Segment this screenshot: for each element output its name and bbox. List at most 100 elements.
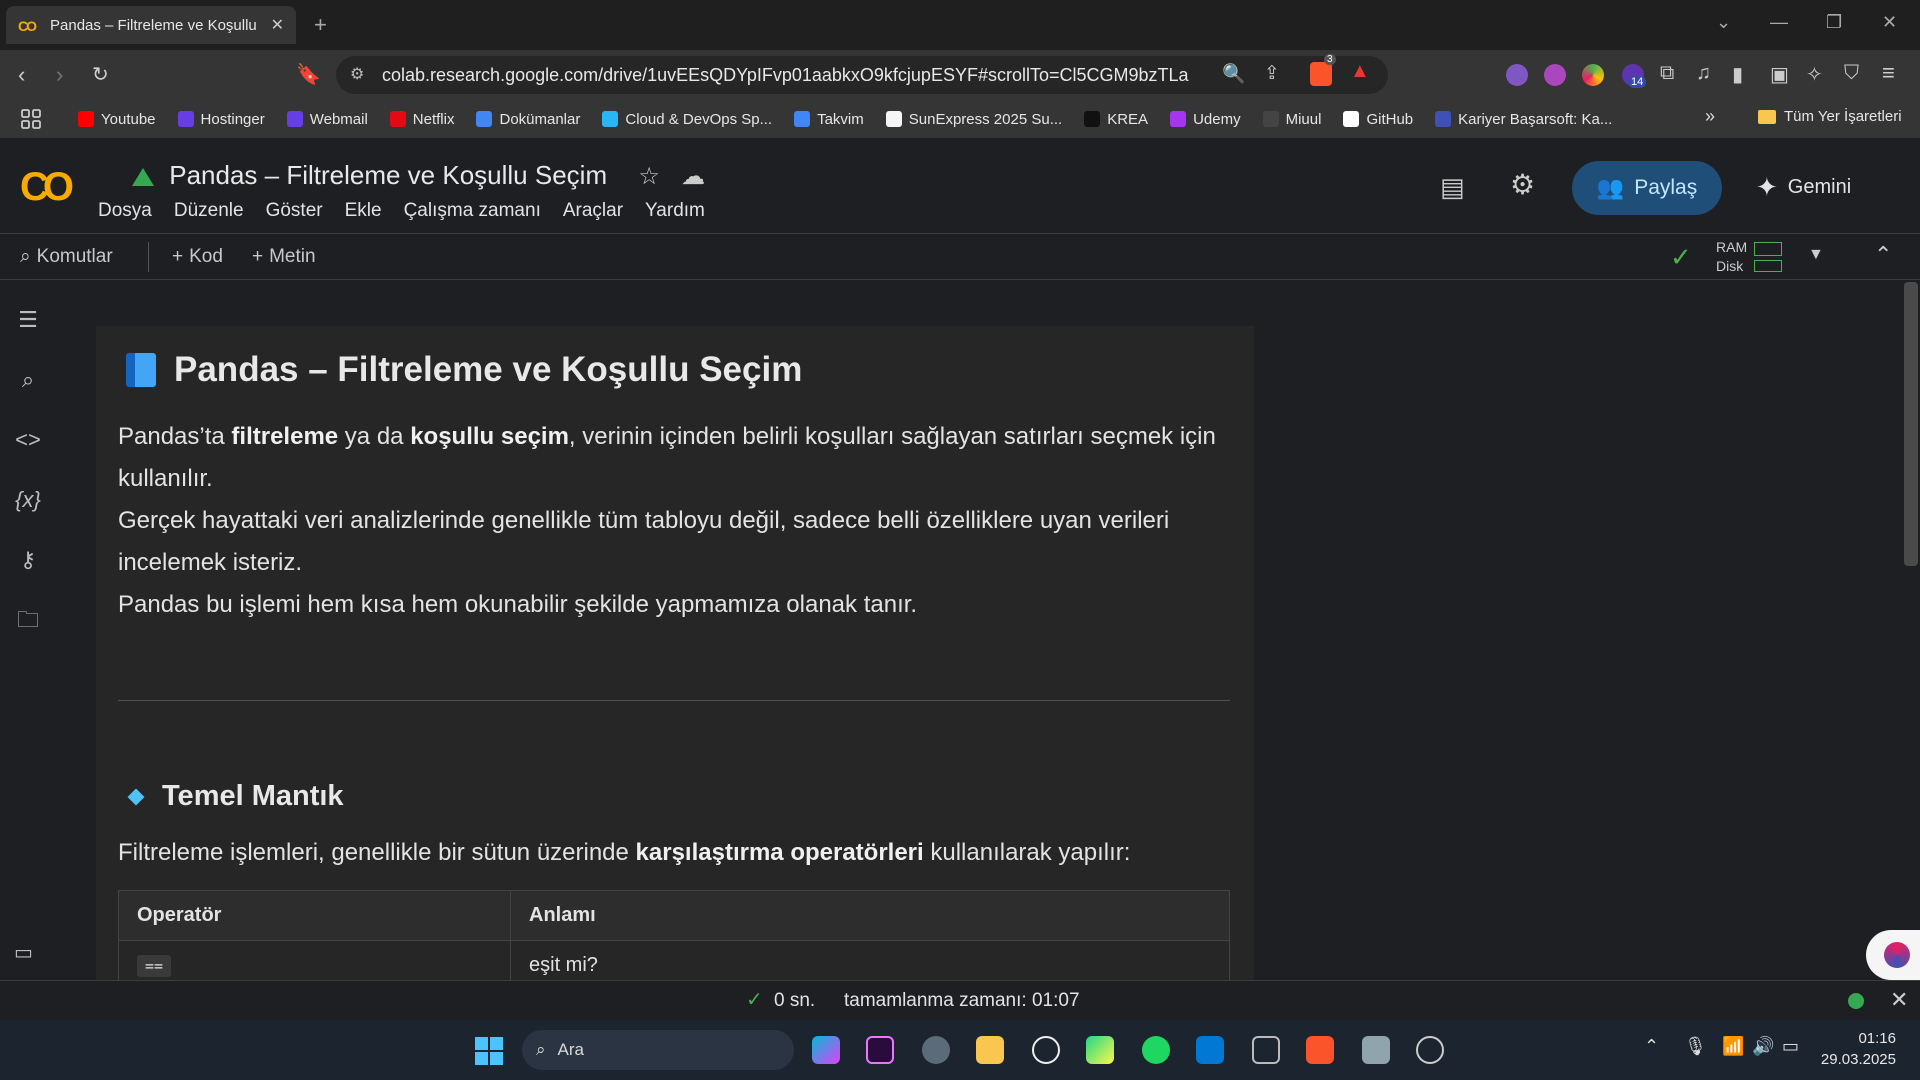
url-bar[interactable]: ⚙ colab.research.google.com/drive/1uvEEs… (336, 54, 1388, 94)
bookmark-item[interactable]: Udemy (1170, 111, 1241, 128)
chatgpt-icon[interactable] (1032, 1036, 1060, 1064)
close-window-icon[interactable]: ✕ (1882, 12, 1897, 33)
file-explorer-icon[interactable] (976, 1036, 1004, 1064)
vertical-scrollbar[interactable] (1904, 282, 1918, 566)
text-cell[interactable]: Pandas – Filtreleme ve Koşullu Seçim Pan… (96, 326, 1254, 980)
taskbar-search[interactable]: ⌕ Ara (522, 1030, 794, 1070)
menu-item[interactable]: Ekle (345, 200, 382, 222)
close-status-icon[interactable]: ✕ (1890, 987, 1908, 1013)
menu-item[interactable]: Düzenle (174, 200, 244, 222)
media-icon[interactable]: ♫ (1696, 62, 1711, 85)
pycharm-icon[interactable] (1086, 1036, 1114, 1064)
share-button[interactable]: 👥 Paylaş (1572, 161, 1722, 215)
apps-grid-icon[interactable] (20, 108, 42, 130)
vscode-icon[interactable] (1196, 1036, 1224, 1064)
brave-rewards-icon[interactable]: ▲ (1350, 60, 1370, 83)
assistant-brain-icon[interactable] (1866, 930, 1920, 980)
bookmark-icon[interactable]: 🔖 (296, 62, 321, 87)
volume-icon[interactable]: 🔊 (1752, 1036, 1774, 1057)
menu-item[interactable]: Çalışma zamanı (404, 200, 541, 222)
share-page-icon[interactable]: ⇪ (1264, 62, 1280, 85)
collapse-header-icon[interactable]: ⌃ (1874, 242, 1892, 268)
bookmark-item[interactable]: Miuul (1262, 110, 1322, 128)
extension-badge: 14 (1628, 76, 1647, 88)
colab-menu-bar: Dosya Düzenle Göster Ekle Çalışma zamanı Araç… (98, 200, 705, 222)
menu-item[interactable]: Göster (266, 200, 323, 222)
all-bookmarks-folder[interactable]: Tüm Yer İşaretleri (1758, 108, 1902, 125)
variables-icon[interactable]: {x} (14, 486, 42, 514)
drive-icon (132, 168, 154, 187)
table-of-contents-icon[interactable]: ☰ (14, 306, 42, 334)
minimize-icon[interactable]: — (1770, 12, 1788, 33)
bookmark-item[interactable]: Youtube (78, 111, 156, 128)
battery-icon[interactable]: ▭ (1782, 1036, 1799, 1057)
notebook-title[interactable]: Pandas – Filtreleme ve Koşullu Seçim ☆ ☁ (132, 160, 705, 191)
menu-item[interactable]: Araçlar (563, 200, 623, 222)
tab-search-icon[interactable]: ⌄ (1716, 12, 1731, 33)
files-folder-icon[interactable]: 🗀 (14, 606, 42, 634)
microphone-icon[interactable]: 🎙 (1684, 1036, 1707, 1057)
bookmark-label: Miuul (1285, 110, 1322, 128)
vpn-icon[interactable]: ⛉ (1844, 62, 1859, 85)
cloud-saved-icon[interactable]: ☁ (681, 163, 705, 190)
add-text-button[interactable]: + Metin (252, 246, 316, 268)
extension-icon[interactable] (1544, 64, 1566, 86)
app-icon[interactable] (1362, 1036, 1390, 1064)
site-settings-icon[interactable]: ⚙ (350, 64, 364, 84)
sidebar-icon[interactable]: ▮ (1732, 62, 1743, 87)
commands-button[interactable]: ⌕ Komutlar (20, 246, 113, 268)
app-icon[interactable] (1252, 1036, 1280, 1064)
gemini-button[interactable]: ✦ Gemini (1756, 172, 1851, 203)
secrets-key-icon[interactable]: ⚷ (14, 546, 42, 574)
browser-tab[interactable]: CO Pandas – Filtreleme ve Koşullu ✕ (6, 6, 296, 44)
taskbar-clock[interactable]: 01:16 29.03.2025 (1820, 1028, 1896, 1070)
app-icon[interactable] (1416, 1036, 1444, 1064)
bookmark-item[interactable]: KREA (1084, 111, 1148, 128)
bookmark-item[interactable]: GitHub (1343, 111, 1413, 128)
bookmark-item[interactable]: Takvim (794, 111, 864, 128)
runtime-dropdown-icon[interactable]: ▼ (1808, 246, 1824, 264)
settings-app-icon[interactable] (922, 1036, 950, 1064)
bookmark-item[interactable]: Webmail (286, 111, 368, 128)
menu-icon[interactable]: ≡ (1882, 60, 1895, 86)
back-icon[interactable]: ‹ (18, 62, 25, 88)
bookmark-item[interactable]: Kariyer Başarsoft: Ka... (1435, 111, 1612, 128)
new-tab-icon[interactable]: + (314, 12, 327, 38)
code-snippets-icon[interactable]: <> (14, 426, 42, 454)
wifi-icon[interactable]: 📶 (1722, 1036, 1744, 1057)
menu-item[interactable]: Yardım (645, 200, 705, 222)
bookmark-item[interactable]: SunExpress 2025 Su... (885, 111, 1062, 128)
terminal-icon[interactable]: ▭ (14, 940, 33, 965)
bookmark-item[interactable]: Dokümanlar (476, 111, 580, 128)
close-tab-icon[interactable]: ✕ (271, 15, 284, 35)
brave-browser-icon[interactable] (1306, 1036, 1334, 1064)
brave-shields-icon[interactable] (1310, 62, 1332, 86)
star-icon[interactable]: ☆ (638, 163, 660, 190)
spotify-icon[interactable] (1142, 1036, 1170, 1064)
blue-book-icon (126, 353, 156, 387)
find-replace-icon[interactable]: ⌕ (14, 366, 42, 394)
settings-gear-icon[interactable]: ⚙ (1510, 168, 1535, 201)
reload-icon[interactable]: ↻ (92, 62, 109, 87)
add-code-button[interactable]: + Kod (172, 246, 223, 268)
forward-icon[interactable]: › (56, 62, 63, 88)
menu-item[interactable]: Dosya (98, 200, 152, 222)
extensions-puzzle-icon[interactable]: ⧉ (1660, 62, 1674, 85)
restore-icon[interactable]: ❐ (1826, 12, 1842, 33)
premiere-icon[interactable] (866, 1036, 894, 1064)
bookmark-item[interactable]: Netflix (389, 111, 454, 128)
more-bookmarks-icon[interactable]: » (1705, 106, 1715, 127)
extension-icon[interactable] (1582, 64, 1604, 86)
wallet-icon[interactable]: ▣ (1770, 62, 1789, 87)
tray-expand-icon[interactable]: ⌃ (1644, 1036, 1659, 1057)
extension-icon[interactable] (1506, 64, 1528, 86)
windows-start-icon[interactable] (474, 1036, 504, 1066)
resources-indicator[interactable]: RAM Disk (1716, 238, 1747, 276)
colab-logo-icon[interactable]: CO (20, 165, 74, 210)
bookmark-item[interactable]: Hostinger (177, 111, 265, 128)
copilot-icon[interactable] (812, 1036, 840, 1064)
comments-icon[interactable]: ▤ (1440, 172, 1465, 203)
bookmark-item[interactable]: Cloud & DevOps Sp... (602, 111, 772, 128)
zoom-icon[interactable]: 🔍 (1222, 62, 1246, 86)
leo-ai-icon[interactable]: ✧ (1806, 62, 1823, 87)
